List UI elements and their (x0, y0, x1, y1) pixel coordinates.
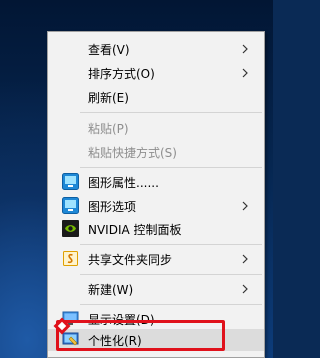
menu-item-new-label: 新建(W) (88, 283, 134, 297)
highlight-annotation-box (56, 320, 225, 351)
menu-item-graphics-options[interactable]: 图形选项 (48, 195, 264, 217)
menu-item-paste-label: 粘贴(P) (88, 122, 129, 136)
menu-item-graphics-properties[interactable]: 图形属性...... (48, 171, 264, 193)
nvidia-icon (62, 220, 79, 237)
menu-separator (80, 304, 262, 305)
menu-separator (80, 244, 262, 245)
menu-item-view[interactable]: 查看(V) (48, 38, 264, 60)
chevron-right-icon (242, 284, 248, 294)
menu-separator (80, 112, 262, 113)
intel-graphics-icon (62, 197, 79, 214)
menu-separator (80, 274, 262, 275)
menu-item-nvidia-control-panel-label: NVIDIA 控制面板 (88, 223, 182, 237)
menu-item-graphics-properties-label: 图形属性...... (88, 176, 159, 190)
menu-item-shared-folder-sync-label: 共享文件夹同步 (88, 253, 173, 267)
chevron-right-icon (242, 68, 248, 78)
menu-item-paste-shortcut[interactable]: 粘贴快捷方式(S) (48, 141, 264, 163)
sync-folder-icon (63, 251, 78, 266)
menu-item-sort-by[interactable]: 排序方式(O) (48, 62, 264, 84)
menu-item-paste-shortcut-label: 粘贴快捷方式(S) (88, 146, 177, 160)
menu-item-new[interactable]: 新建(W) (48, 278, 264, 300)
menu-item-graphics-options-label: 图形选项 (88, 200, 137, 214)
chevron-right-icon (242, 201, 248, 211)
menu-item-nvidia-control-panel[interactable]: NVIDIA 控制面板 (48, 218, 264, 240)
chevron-right-icon (242, 254, 248, 264)
desktop-context-menu: 查看(V) 排序方式(O) 刷新(E) 粘贴(P) 粘贴快捷方式(S) 图形属性… (47, 31, 265, 358)
menu-item-refresh[interactable]: 刷新(E) (48, 86, 264, 108)
menu-item-sort-by-label: 排序方式(O) (88, 67, 155, 81)
menu-separator (80, 167, 262, 168)
menu-item-view-label: 查看(V) (88, 43, 130, 57)
menu-item-refresh-label: 刷新(E) (88, 91, 129, 105)
menu-item-shared-folder-sync[interactable]: 共享文件夹同步 (48, 248, 264, 270)
menu-item-paste[interactable]: 粘贴(P) (48, 117, 264, 139)
chevron-right-icon (242, 44, 248, 54)
intel-graphics-icon (62, 173, 79, 190)
